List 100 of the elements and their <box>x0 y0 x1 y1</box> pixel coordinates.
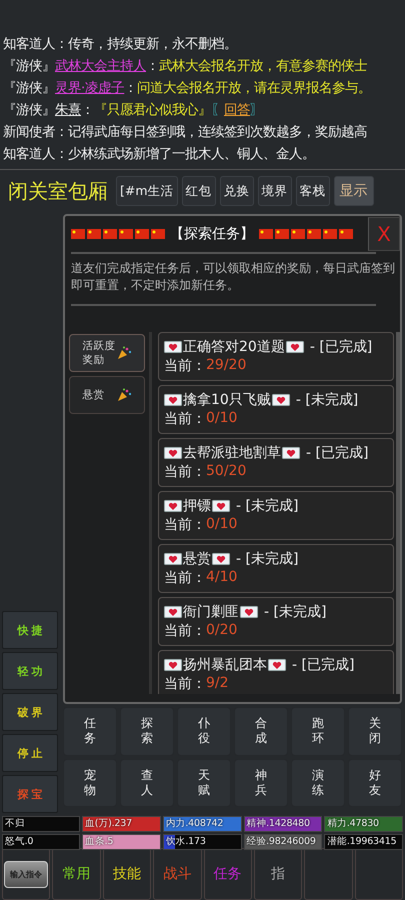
progress-label: 当前： <box>164 463 206 482</box>
action-button[interactable]: 探索 <box>120 707 174 756</box>
progress-label: 当前： <box>164 410 206 429</box>
action-button[interactable]: 跑环 <box>291 707 345 756</box>
action-button[interactable]: 演练 <box>291 758 345 807</box>
flag-icon <box>275 229 289 239</box>
menu-tab[interactable]: 技能 <box>102 848 152 900</box>
side-button[interactable]: 快捷 <box>2 611 58 649</box>
side-button[interactable]: 破界 <box>2 693 58 731</box>
action-button[interactable]: 任务 <box>63 707 117 756</box>
task-status: - [未完成] <box>236 497 298 515</box>
action-button[interactable]: 宠物 <box>63 758 117 807</box>
flag-icon <box>259 229 273 239</box>
task-name: 悬赏 <box>183 550 211 568</box>
chat-text: 新闻使者：记得武庙每日签到哦，连续签到次数越多，奖励越高 <box>3 124 367 142</box>
task-status: - [未完成] <box>236 550 298 568</box>
action-button[interactable]: 关闭 <box>348 707 402 756</box>
task-name: 正确答对20道题 <box>183 338 285 356</box>
flag-icon <box>119 229 133 239</box>
stat-label: 血条.5 <box>84 835 114 849</box>
task-status: - [已完成] <box>306 444 368 462</box>
chat-text: 知客道人：少林练武场新增了一批木人、铜人、金人。 <box>3 146 315 164</box>
category-tab[interactable]: 悬赏 <box>69 376 145 414</box>
stat-label: 内力.408742 <box>164 817 224 831</box>
player-name-link[interactable]: 朱熹 <box>55 100 81 122</box>
task-status: - [未完成] <box>264 603 326 621</box>
stat-label: 不归 <box>4 817 26 831</box>
channel-button[interactable]: [#m生活 <box>116 176 178 206</box>
player-name-link[interactable]: 灵界·凌虚子 <box>55 78 124 100</box>
channel-button[interactable]: 境界 <box>258 176 292 206</box>
action-button[interactable]: 好友 <box>348 758 402 807</box>
task-name: 押镖 <box>183 497 211 515</box>
progress-value: 4/10 <box>206 569 238 587</box>
task-status: - [未完成] <box>296 391 358 409</box>
side-button[interactable]: 轻功 <box>2 652 58 690</box>
progress-label: 当前： <box>164 357 206 376</box>
task-name: 擒拿10只飞贼 <box>183 391 271 409</box>
bracket-text: 〗 <box>250 102 263 120</box>
task-name: 去帮派驻地割草 <box>183 444 281 462</box>
action-button[interactable]: 天赋 <box>177 758 231 807</box>
progress-label: 当前： <box>164 516 206 535</box>
task-name: 衙门剿匪 <box>183 603 239 621</box>
channel-button[interactable]: 客栈 <box>296 176 330 206</box>
task-name: 扬州暴乱团本 <box>183 656 267 674</box>
party-popper-icon <box>117 346 132 360</box>
menu-tab[interactable]: 指 <box>254 848 302 900</box>
stat-label: 经验.98246009 <box>246 835 317 849</box>
action-button[interactable]: 查人 <box>120 758 174 807</box>
menu-tab[interactable]: 常用 <box>52 848 101 900</box>
stat-label: 精力.47830 <box>326 817 380 831</box>
chat-text: ： <box>81 102 94 120</box>
channel-button[interactable]: 兑换 <box>220 176 254 206</box>
task-status: - [已完成] <box>292 656 354 674</box>
progress-label: 当前： <box>164 569 206 588</box>
flag-icon <box>339 229 353 239</box>
side-button[interactable]: 停止 <box>2 734 58 772</box>
flag-icon <box>323 229 337 239</box>
flag-icon <box>307 229 321 239</box>
channel-button[interactable]: 红包 <box>182 176 216 206</box>
stat-label: 精神.1428480 <box>246 817 311 831</box>
progress-value: 50/20 <box>206 463 246 481</box>
stat-label: 潜能.19963415 <box>326 835 398 849</box>
chat-text: 『游侠』 <box>3 80 55 98</box>
progress-value: 0/10 <box>206 410 238 428</box>
flag-icon <box>87 229 101 239</box>
task-status: - [已完成] <box>310 338 372 356</box>
flag-icon <box>291 229 305 239</box>
progress-label: 当前： <box>164 675 206 694</box>
chat-message: 武林大会报名开放，有意参赛的侠士 <box>159 58 367 76</box>
menu-tab[interactable] <box>354 848 403 900</box>
player-name-link[interactable]: 武林大会主持人 <box>55 56 146 78</box>
stat-label: 怒气.0 <box>4 835 34 849</box>
room-title: 闭关室包厢 <box>8 178 108 204</box>
flag-icon <box>135 229 149 239</box>
flag-icon <box>71 229 85 239</box>
progress-label: 当前： <box>164 622 206 641</box>
channel-button[interactable]: 显示 <box>334 176 374 206</box>
answer-link[interactable]: 回答 <box>224 100 250 122</box>
dialog-title: 【探索任务】 <box>170 225 254 243</box>
stat-label: 血(万).237 <box>84 817 133 831</box>
flag-icon <box>103 229 117 239</box>
progress-value: 0/10 <box>206 516 238 534</box>
menu-tab[interactable] <box>304 848 353 900</box>
chat-text: ： <box>124 80 138 98</box>
bracket-text: 〖 <box>211 102 224 120</box>
menu-tab[interactable]: 战斗 <box>153 848 202 900</box>
action-button[interactable]: 仆役 <box>177 707 231 756</box>
chat-text: 『游侠』 <box>3 102 55 120</box>
chat-message: 问道大会报名开放，请在灵界报名参与。 <box>137 80 372 98</box>
flag-icon <box>151 229 165 239</box>
action-button[interactable]: 合成 <box>234 707 288 756</box>
chat-text: 『游侠』 <box>3 58 55 76</box>
progress-value: 0/20 <box>206 622 238 640</box>
action-button[interactable]: 神兵 <box>234 758 288 807</box>
chat-text: 知客道人：传奇，持续更新，永不删档。 <box>3 36 237 54</box>
progress-value: 9/2 <box>206 675 229 693</box>
dialog-description: 道友们完成指定任务后，可以领取相应的奖励，每日武庙签到即可重置，不定时添加新任务。 <box>70 260 396 294</box>
category-tab[interactable]: 活跃度奖励 <box>69 334 145 372</box>
progress-value: 29/20 <box>206 357 246 375</box>
chat-message: 『只愿君心似我心』 <box>94 102 211 120</box>
